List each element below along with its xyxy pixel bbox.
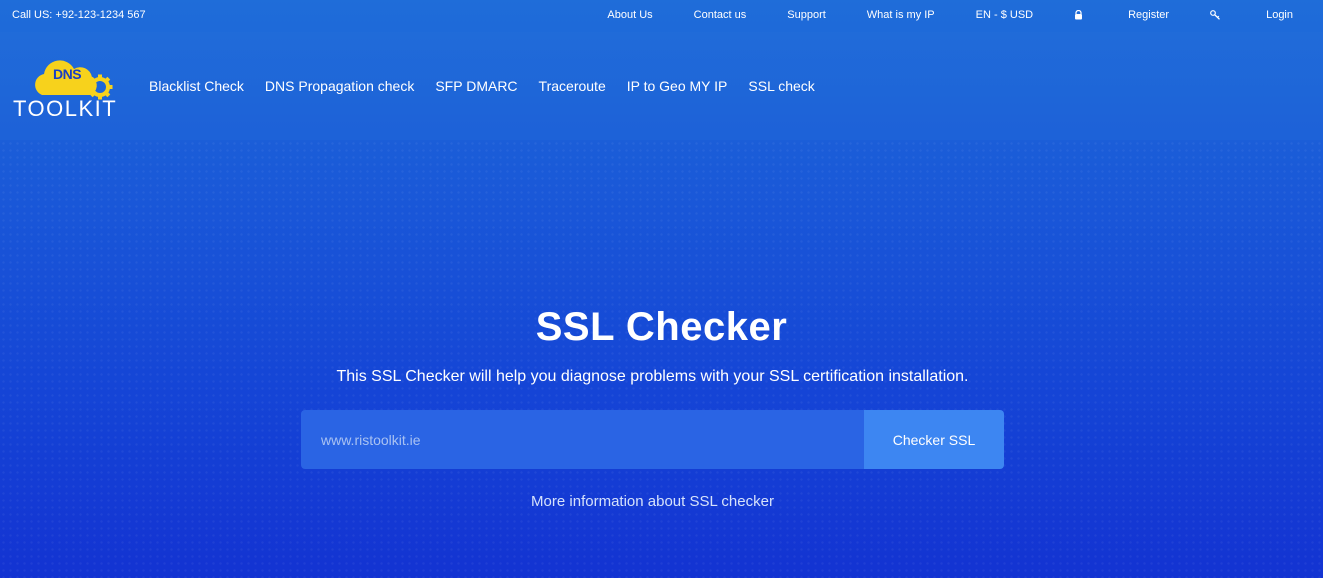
domain-input[interactable] (301, 410, 864, 469)
register-label: Register (1128, 9, 1170, 21)
checker-ssl-button[interactable]: Checker SSL (864, 410, 1004, 469)
header: DNS TOOLKIT Blacklist Check DNS Propagat… (0, 32, 1323, 140)
contact-us-link[interactable]: Contact us (694, 9, 747, 21)
register-link[interactable]: Register (1074, 9, 1169, 21)
background-pattern (0, 140, 1323, 578)
dns-toolkit-logo[interactable]: DNS TOOLKIT (12, 50, 137, 121)
what-is-my-ip-link[interactable]: What is my IP (867, 9, 935, 21)
more-info-link[interactable]: More information about SSL checker (0, 493, 1305, 510)
main-nav: Blacklist Check DNS Propagation check SF… (149, 78, 836, 94)
nav-item-dns-propagation[interactable]: DNS Propagation check (265, 78, 414, 94)
about-us-link[interactable]: About Us (607, 9, 652, 21)
login-label: Login (1266, 9, 1293, 21)
support-link[interactable]: Support (787, 9, 826, 21)
nav-item-blacklist-check[interactable]: Blacklist Check (149, 78, 244, 94)
top-links: About Us Contact us Support What is my I… (566, 9, 1293, 21)
nav-item-traceroute[interactable]: Traceroute (539, 78, 606, 94)
nav-item-sfp-dmarc[interactable]: SFP DMARC (435, 78, 517, 94)
nav-item-ip-to-geo[interactable]: IP to Geo MY IP (627, 78, 728, 94)
call-us-text: Call US: +92-123-1234 567 (12, 9, 146, 21)
login-link[interactable]: Login (1210, 9, 1293, 21)
logo-bottom-text: TOOLKIT (13, 96, 118, 121)
nav-item-ssl-check[interactable]: SSL check (748, 78, 814, 94)
top-bar: Call US: +92-123-1234 567 About Us Conta… (0, 0, 1323, 32)
key-icon (1210, 10, 1221, 20)
page-title: SSL Checker (535, 305, 788, 349)
page-subtitle: This SSL Checker will help you diagnose … (336, 368, 969, 385)
ssl-search-form: Checker SSL (301, 410, 1004, 469)
locale-selector[interactable]: EN - $ USD (976, 9, 1033, 21)
logo-top-text: DNS (53, 66, 82, 82)
lock-icon (1075, 10, 1083, 20)
